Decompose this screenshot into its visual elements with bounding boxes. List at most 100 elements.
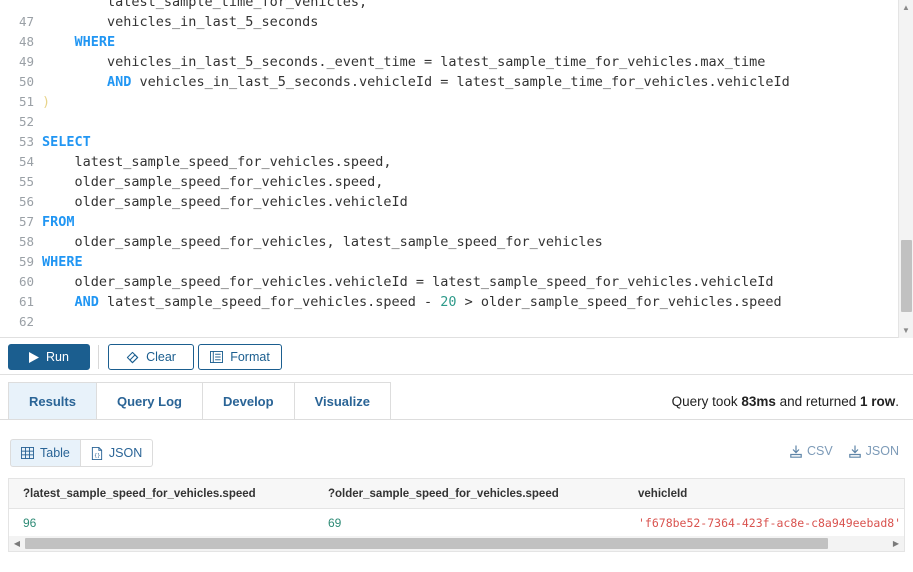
line-number: 51	[18, 94, 34, 109]
editor-vertical-scrollbar[interactable]: ▲ ▼	[898, 0, 913, 338]
column-header-1[interactable]: ?latest_sample_speed_for_vehicles.speed	[9, 479, 314, 508]
format-button[interactable]: Format	[198, 344, 282, 370]
code-line-text: SELECT	[34, 132, 91, 152]
code-line-text: older_sample_speed_for_vehicles.vehicleI…	[34, 272, 774, 292]
cell-vehicle-id: 'f678be52-7364-423f-ac8e-c8a949eebad8'	[624, 509, 904, 536]
line-number: 52	[18, 114, 34, 129]
export-csv-link[interactable]: CSV	[790, 444, 833, 458]
code-line-text: AND latest_sample_speed_for_vehicles.spe…	[34, 292, 782, 312]
code-line[interactable]: 50 AND vehicles_in_last_5_seconds.vehicl…	[0, 72, 913, 92]
code-token: older_sample_speed_for_vehicles.speed,	[42, 174, 384, 190]
code-line[interactable]: 60 older_sample_speed_for_vehicles.vehic…	[0, 272, 913, 292]
code-line[interactable]: 53 SELECT	[0, 132, 913, 152]
line-number: 62	[18, 314, 34, 329]
editor-scroll-thumb[interactable]	[901, 240, 912, 312]
cell-older-speed: 69	[314, 509, 624, 536]
code-token: WHERE	[74, 34, 116, 50]
tab-visualize[interactable]: Visualize	[294, 382, 391, 419]
table-row[interactable]: 96 69 'f678be52-7364-423f-ac8e-c8a949eeb…	[9, 509, 904, 536]
view-mode-table-button[interactable]: Table	[10, 439, 81, 467]
export-json-link[interactable]: JSON	[848, 444, 899, 458]
clear-button-label: Clear	[146, 350, 176, 364]
code-token: latest_sample_speed_for_vehicles.speed,	[42, 154, 392, 170]
code-line-text: latest_sample_speed_for_vehicles.speed,	[34, 152, 392, 172]
code-line[interactable]: 57 FROM	[0, 212, 913, 232]
format-button-label: Format	[230, 350, 270, 364]
results-toolbar: Table {} JSON CSV JSON	[0, 420, 913, 478]
code-line[interactable]: 61 AND latest_sample_speed_for_vehicles.…	[0, 292, 913, 312]
indent-list-icon	[210, 351, 224, 363]
tab-develop[interactable]: Develop	[202, 382, 295, 419]
status-prefix: Query took	[671, 394, 742, 409]
code-line-text: vehicles_in_last_5_seconds._event_time =…	[34, 52, 765, 72]
code-token: older_sample_speed_for_vehicles, latest_…	[42, 234, 603, 250]
run-button[interactable]: Run	[8, 344, 90, 370]
tab-label: Develop	[222, 393, 274, 409]
export-csv-label: CSV	[806, 444, 833, 458]
table-header-row: ?latest_sample_speed_for_vehicles.speed …	[9, 479, 904, 509]
line-number: 47	[18, 14, 34, 29]
code-line[interactable]: 58 older_sample_speed_for_vehicles, late…	[0, 232, 913, 252]
line-number: 60	[18, 274, 34, 289]
code-line-text: latest_sample_time_for_vehicles,	[34, 0, 367, 12]
clear-button[interactable]: Clear	[108, 344, 194, 370]
editor-bottom-divider	[0, 337, 898, 338]
code-line-text: )	[34, 92, 50, 112]
scroll-up-arrow-icon[interactable]: ▲	[899, 0, 913, 15]
code-line[interactable]: 54 latest_sample_speed_for_vehicles.spee…	[0, 152, 913, 172]
results-horizontal-scrollbar[interactable]: ◀ ▶	[8, 536, 905, 552]
code-content[interactable]: latest_sample_time_for_vehicles, 47 vehic…	[0, 0, 913, 332]
code-token: older_sample_speed_for_vehicles.vehicleI…	[42, 274, 774, 290]
code-line[interactable]: 47 vehicles_in_last_5_seconds	[0, 12, 913, 32]
code-line[interactable]: latest_sample_time_for_vehicles,	[0, 0, 913, 12]
download-icon	[790, 445, 802, 458]
scroll-right-arrow-icon[interactable]: ▶	[889, 536, 903, 551]
code-line[interactable]: 52	[0, 112, 913, 132]
editor-scroll-viewport[interactable]: latest_sample_time_for_vehicles, 47 vehic…	[0, 0, 913, 338]
line-number: 50	[18, 74, 34, 89]
code-token: vehicles_in_last_5_seconds.vehicleId = l…	[131, 74, 790, 90]
line-number: 54	[18, 154, 34, 169]
tab-query-log[interactable]: Query Log	[96, 382, 203, 419]
code-token: )	[42, 94, 51, 110]
code-line-text: WHERE	[34, 32, 116, 52]
line-number: 61	[18, 294, 34, 309]
json-file-icon: {}	[91, 446, 103, 460]
status-rowcount: 1 row	[859, 394, 896, 409]
line-number: 55	[18, 174, 34, 189]
cell-value: 96	[23, 516, 37, 530]
code-line[interactable]: 51)	[0, 92, 913, 112]
table-grid-icon	[21, 447, 34, 459]
sql-editor[interactable]: latest_sample_time_for_vehicles, 47 vehic…	[0, 0, 913, 338]
tab-label: Query Log	[116, 393, 182, 409]
toolbar-divider	[98, 345, 99, 369]
tab-list: Results Query Log Develop Visualize	[8, 382, 391, 419]
cell-value: 69	[328, 516, 342, 530]
code-token: latest_sample_time_for_vehicles,	[42, 0, 368, 10]
scroll-left-arrow-icon[interactable]: ◀	[10, 536, 24, 551]
code-token: vehicles_in_last_5_seconds._event_time =…	[42, 54, 766, 70]
cell-value: 'f678be52-7364-423f-ac8e-c8a949eebad8'	[638, 516, 902, 530]
code-token: vehicles_in_last_5_seconds	[42, 14, 319, 30]
code-line[interactable]: 48 WHERE	[0, 32, 913, 52]
tab-results[interactable]: Results	[8, 382, 97, 419]
code-token: older_sample_speed_for_vehicles.vehicleI…	[42, 194, 408, 210]
column-header-2[interactable]: ?older_sample_speed_for_vehicles.speed	[314, 479, 624, 508]
code-line-text: older_sample_speed_for_vehicles, latest_…	[34, 232, 603, 252]
code-line[interactable]: 55 older_sample_speed_for_vehicles.speed…	[0, 172, 913, 192]
results-scroll-thumb[interactable]	[25, 538, 828, 549]
run-button-label: Run	[46, 350, 69, 364]
code-line[interactable]: 59 WHERE	[0, 252, 913, 272]
status-middle: and returned	[775, 394, 860, 409]
code-line-text: older_sample_speed_for_vehicles.speed,	[34, 172, 384, 192]
code-line[interactable]: 49 vehicles_in_last_5_seconds._event_tim…	[0, 52, 913, 72]
scroll-down-arrow-icon[interactable]: ▼	[899, 323, 913, 338]
line-number: 49	[18, 54, 34, 69]
view-mode-json-button[interactable]: {} JSON	[80, 439, 154, 467]
code-line[interactable]: 62	[0, 312, 913, 332]
column-header-3[interactable]: vehicleId	[624, 479, 904, 508]
code-line[interactable]: 56 older_sample_speed_for_vehicles.vehic…	[0, 192, 913, 212]
status-duration: 83ms	[741, 394, 776, 409]
